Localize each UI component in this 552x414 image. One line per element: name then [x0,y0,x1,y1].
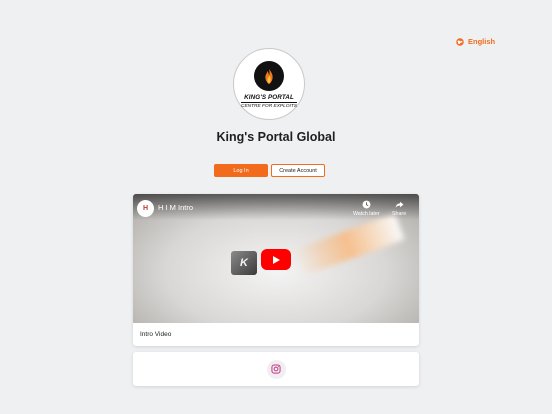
video-caption: Intro Video [140,331,172,338]
login-button[interactable]: Log In [214,164,268,177]
page-title: King's Portal Global [216,130,336,144]
language-selector[interactable]: English [456,37,495,46]
instagram-link[interactable] [266,359,286,379]
flame-icon [254,61,284,91]
share-label: Share [392,211,407,217]
globe-icon [456,37,464,46]
create-account-button[interactable]: Create Account [271,164,325,177]
channel-avatar[interactable]: H [137,200,154,217]
watch-later-label: Watch later [353,211,380,217]
emblem-mark: K [231,251,257,275]
play-button[interactable] [261,249,291,270]
share-arrow-icon [395,201,403,208]
intro-video-card: K H H I M Intro Watch later Share Intro … [133,194,419,346]
language-label: English [468,37,496,46]
site-logo: KING'S PORTAL CENTRE FOR EXPLOITS [233,48,305,120]
video-title[interactable]: H I M Intro [158,203,193,212]
clock-icon [362,200,371,209]
logo-subtitle: CENTRE FOR EXPLOITS [241,102,297,109]
watch-later-button[interactable]: Watch later [353,200,380,217]
video-light-streak [291,213,405,277]
video-player[interactable]: K H H I M Intro Watch later Share [133,194,419,323]
share-button[interactable]: Share [392,200,406,217]
social-links-card [133,352,419,386]
instagram-icon [271,364,281,374]
logo-title: KING'S PORTAL [244,94,294,101]
page: English KING'S PORTAL CENTRE FOR EXPLOIT… [0,0,552,414]
play-icon [273,255,280,264]
